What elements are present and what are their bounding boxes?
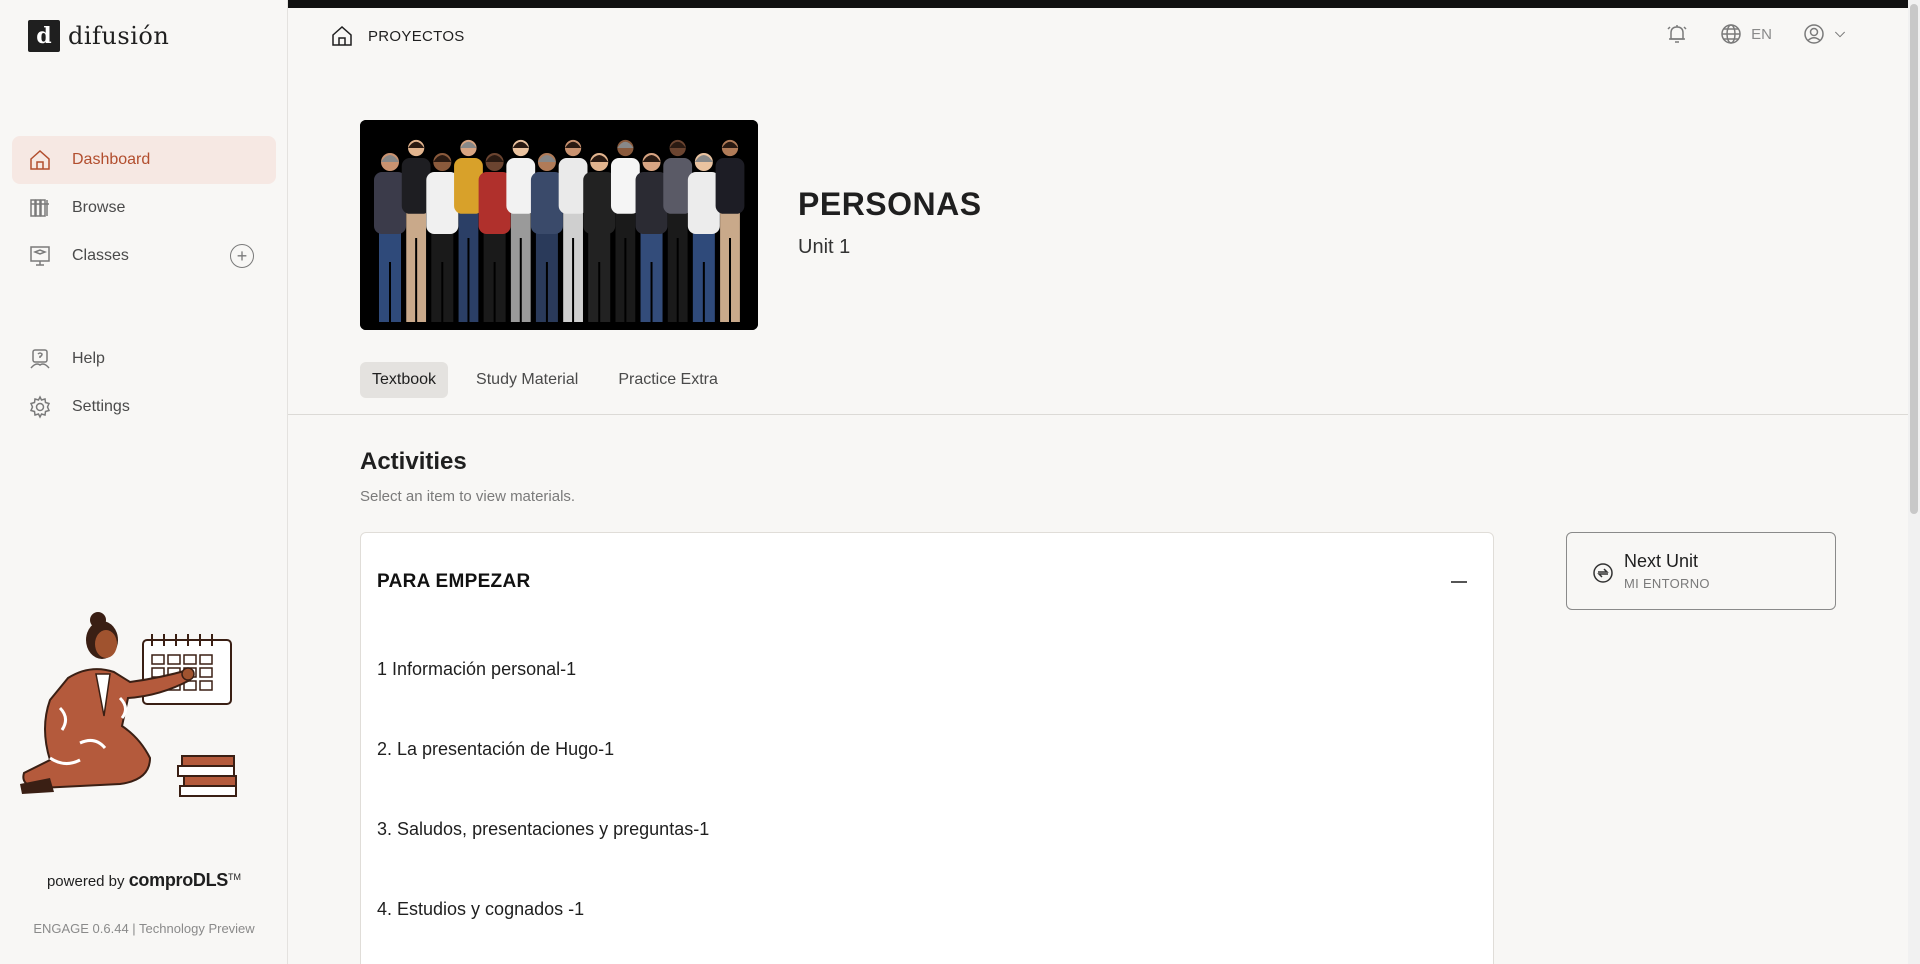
sidebar-item-dashboard[interactable]: Dashboard — [12, 136, 276, 184]
unit-title: PERSONAS — [798, 186, 982, 222]
trademark: TM — [228, 872, 242, 882]
next-unit-label: Next Unit — [1624, 551, 1699, 571]
group-photo-image — [360, 120, 758, 330]
bell-icon[interactable] — [1665, 22, 1689, 46]
sidebar-item-help[interactable]: Help — [12, 335, 276, 383]
gear-icon — [29, 395, 51, 419]
chevron-down-icon — [1834, 31, 1846, 38]
section-heading: PARA EMPEZAR — [377, 571, 531, 592]
powered-by: powered by comproDLSTM — [0, 870, 288, 891]
activities-card: PARA EMPEZAR 1 Información personal-1 2.… — [360, 532, 1494, 964]
sidebar-item-browse[interactable]: Browse — [12, 184, 276, 232]
breadcrumb[interactable]: PROYECTOS — [330, 24, 465, 48]
tab-practice-extra[interactable]: Practice Extra — [606, 362, 730, 398]
sidebar-item-settings[interactable]: Settings — [12, 383, 276, 431]
logo-text: difusión — [68, 22, 170, 50]
language-label: EN — [1751, 25, 1772, 43]
scrollbar-thumb[interactable] — [1910, 4, 1918, 514]
activities-subtitle: Select an item to view materials. — [360, 488, 576, 505]
brand-logo[interactable]: d difusión — [28, 20, 169, 52]
powered-brand: comproDLS — [128, 870, 229, 890]
main-nav: Dashboard Browse Classes + — [12, 136, 276, 280]
powered-prefix: powered by — [46, 873, 125, 890]
help-icon — [30, 349, 50, 369]
header: PROYECTOS EN — [288, 8, 1908, 64]
sidebar-item-label: Classes — [72, 247, 129, 264]
sidebar-item-label: Dashboard — [72, 151, 151, 168]
sidebar-item-label: Settings — [72, 398, 130, 415]
tab-textbook[interactable]: Textbook — [360, 362, 449, 398]
activity-item[interactable]: 2. La presentación de Hugo-1 — [377, 739, 614, 760]
activity-item[interactable]: 1 Información personal-1 — [377, 659, 576, 680]
next-arrow-icon — [1593, 563, 1613, 583]
add-class-button[interactable]: + — [230, 244, 254, 268]
globe-icon — [1721, 24, 1741, 44]
home-icon — [30, 149, 50, 170]
activity-item[interactable]: 3. Saludos, presentaciones y preguntas-1 — [377, 819, 709, 840]
next-unit-name: MI ENTORNO — [1624, 576, 1710, 591]
unit-cover-image — [360, 120, 758, 330]
version-text: ENGAGE 0.6.44 | Technology Preview — [33, 921, 255, 936]
activities-title: Activities — [360, 448, 467, 475]
logo-mark: d — [28, 20, 60, 52]
home-icon — [332, 25, 352, 46]
user-icon — [1804, 24, 1824, 44]
activity-item[interactable]: 4. Estudios y cognados -1 — [377, 899, 584, 920]
sidebar-item-label: Browse — [72, 199, 126, 216]
breadcrumb-label: PROYECTOS — [368, 27, 465, 45]
top-accent-bar — [288, 0, 1908, 8]
collapse-button[interactable] — [1451, 581, 1467, 583]
classroom-icon — [30, 246, 50, 266]
books-icon — [30, 199, 49, 217]
scrollbar[interactable] — [1908, 0, 1920, 964]
teacher-illustration — [20, 612, 237, 797]
unit-subtitle: Unit 1 — [798, 236, 851, 258]
tab-study-material[interactable]: Study Material — [464, 362, 590, 398]
content-tabs: Textbook Study Material Practice Extra — [360, 362, 730, 398]
language-selector[interactable]: EN — [1719, 22, 1772, 46]
sidebar-item-label: Help — [72, 350, 105, 367]
sidebar-item-classes[interactable]: Classes + — [12, 232, 276, 280]
next-unit-button[interactable]: Next Unit MI ENTORNO — [1566, 532, 1836, 610]
secondary-nav: Help Settings — [12, 335, 276, 431]
header-actions: EN — [1665, 22, 1848, 46]
sidebar: d difusión Dashboard Browse Classes + He… — [0, 0, 288, 964]
section-divider — [288, 414, 1908, 415]
user-menu[interactable] — [1802, 22, 1848, 46]
